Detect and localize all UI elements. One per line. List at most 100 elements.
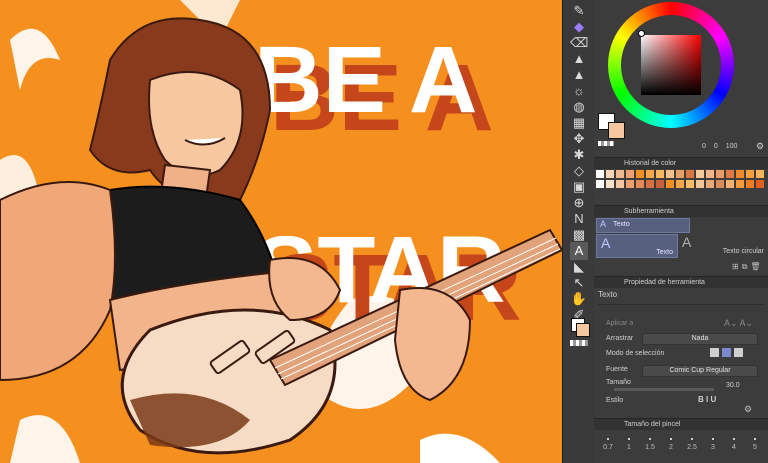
tool-property-header[interactable]: Propiedad de herramienta: [594, 276, 768, 288]
history-swatch[interactable]: [626, 180, 634, 188]
selection-mode-1[interactable]: [710, 348, 719, 357]
brush-size-dot: [733, 438, 735, 440]
history-swatch[interactable]: [646, 170, 654, 178]
sub-color-swatch[interactable]: [576, 323, 590, 337]
brush-size-label: 0.7: [603, 444, 613, 451]
brush-size-header[interactable]: Tamaño del pincel: [594, 418, 768, 430]
history-swatch[interactable]: [746, 170, 754, 178]
hue-value: 0: [702, 143, 706, 150]
brush-size-option[interactable]: 0.7: [598, 432, 618, 462]
color-wheel[interactable]: [608, 2, 734, 128]
history-swatch[interactable]: [716, 180, 724, 188]
drag-dropdown[interactable]: Nada: [642, 333, 758, 345]
headline-line-1: BE A: [254, 27, 477, 133]
drag-value: Nada: [691, 335, 709, 342]
history-swatch[interactable]: [636, 180, 644, 188]
history-swatch[interactable]: [666, 180, 674, 188]
history-swatch[interactable]: [676, 170, 684, 178]
color-settings-icon[interactable]: ⚙: [756, 141, 764, 152]
color-history-title: Historial de color: [624, 160, 677, 167]
history-swatch[interactable]: [756, 180, 764, 188]
font-dropdown[interactable]: Comic Cup Regular: [642, 365, 758, 377]
history-swatch[interactable]: [616, 170, 624, 178]
history-swatch[interactable]: [626, 170, 634, 178]
brush-size-option[interactable]: 2: [661, 432, 681, 462]
history-swatch[interactable]: [656, 170, 664, 178]
color-panel-transparent-icon[interactable]: [598, 141, 614, 146]
brush-size-option[interactable]: 3: [703, 432, 723, 462]
color-history-grid: [596, 170, 766, 200]
brush-size-option[interactable]: 5: [745, 432, 765, 462]
history-swatch[interactable]: [686, 170, 694, 178]
history-swatch[interactable]: [616, 180, 624, 188]
history-swatch[interactable]: [726, 170, 734, 178]
brush-size-dot: [670, 438, 672, 440]
selection-mode-2[interactable]: [722, 348, 731, 357]
text-group-icon: A: [600, 219, 607, 229]
apply-to-icons[interactable]: A⌄ A⌄: [724, 318, 753, 329]
font-label: Fuente: [606, 366, 628, 373]
subtool-actions[interactable]: ⊞⧉🗑: [732, 262, 764, 272]
history-swatch[interactable]: [756, 170, 764, 178]
font-value: Comic Cup Regular: [669, 367, 731, 374]
style-buttons[interactable]: B I U: [698, 395, 716, 404]
size-slider[interactable]: [614, 388, 714, 391]
saturation-value: 0: [713, 143, 718, 150]
brush-size-option[interactable]: 1.5: [640, 432, 660, 462]
history-swatch[interactable]: [686, 180, 694, 188]
history-swatch[interactable]: [606, 170, 614, 178]
right-panel: 0 0 100 ⚙ Historial de color Subherramie…: [594, 0, 768, 463]
color-picker-handle[interactable]: [638, 30, 645, 37]
history-swatch[interactable]: [716, 170, 724, 178]
brush-size-dot: [649, 438, 651, 440]
history-swatch[interactable]: [596, 170, 604, 178]
artwork: BE A STAR BE A STAR: [0, 0, 562, 463]
circular-text-icon: A: [682, 234, 692, 250]
subtool-header[interactable]: Subherramienta: [594, 205, 768, 217]
history-swatch[interactable]: [646, 180, 654, 188]
brush-size-label: 2: [669, 444, 673, 451]
history-swatch[interactable]: [706, 180, 714, 188]
history-swatch[interactable]: [606, 180, 614, 188]
subtool-group-tab[interactable]: A Texto: [596, 218, 690, 233]
history-swatch[interactable]: [676, 180, 684, 188]
selection-mode-3[interactable]: [734, 348, 743, 357]
subtool-title: Subherramienta: [624, 208, 674, 215]
history-swatch[interactable]: [596, 180, 604, 188]
history-swatch[interactable]: [726, 180, 734, 188]
brush-size-label: 4: [732, 444, 736, 451]
brush-size-option[interactable]: 4: [724, 432, 744, 462]
history-swatch[interactable]: [636, 170, 644, 178]
drawing-canvas[interactable]: BE A STAR BE A STAR: [0, 0, 562, 463]
history-swatch[interactable]: [666, 170, 674, 178]
brush-size-label: 1.5: [645, 444, 655, 451]
style-label: Estilo: [606, 397, 624, 404]
size-value: 30.0: [726, 382, 740, 389]
brush-size-dot: [607, 438, 609, 440]
brush-size-option[interactable]: 2.5: [682, 432, 702, 462]
brush-size-label: 2.5: [687, 444, 697, 451]
history-swatch[interactable]: [696, 170, 704, 178]
brush-size-option[interactable]: 1: [619, 432, 639, 462]
history-swatch[interactable]: [656, 180, 664, 188]
brush-size-dot: [691, 438, 693, 440]
tool-name: Texto: [598, 290, 618, 299]
saturation-square[interactable]: [641, 35, 701, 95]
brush-size-label: 1: [627, 444, 631, 451]
subtool-text-option[interactable]: A Texto: [596, 234, 678, 258]
brush-size-dot: [712, 438, 714, 440]
property-settings-icon[interactable]: ⚙: [744, 404, 752, 415]
hsv-readout: 0 0 100: [702, 143, 737, 150]
color-history-header[interactable]: Historial de color: [594, 157, 768, 169]
size-label: Tamaño: [606, 379, 631, 386]
subtool-circular-text-option[interactable]: A Texto circular: [678, 234, 766, 256]
history-swatch[interactable]: [736, 180, 744, 188]
history-swatch[interactable]: [706, 170, 714, 178]
color-panel-sub-swatch[interactable]: [608, 122, 625, 139]
history-swatch[interactable]: [736, 170, 744, 178]
history-swatch[interactable]: [696, 180, 704, 188]
drag-label: Arrastrar: [606, 335, 634, 342]
transparent-color-icon[interactable]: [570, 340, 588, 346]
brush-size-label: 3: [711, 444, 715, 451]
history-swatch[interactable]: [746, 180, 754, 188]
